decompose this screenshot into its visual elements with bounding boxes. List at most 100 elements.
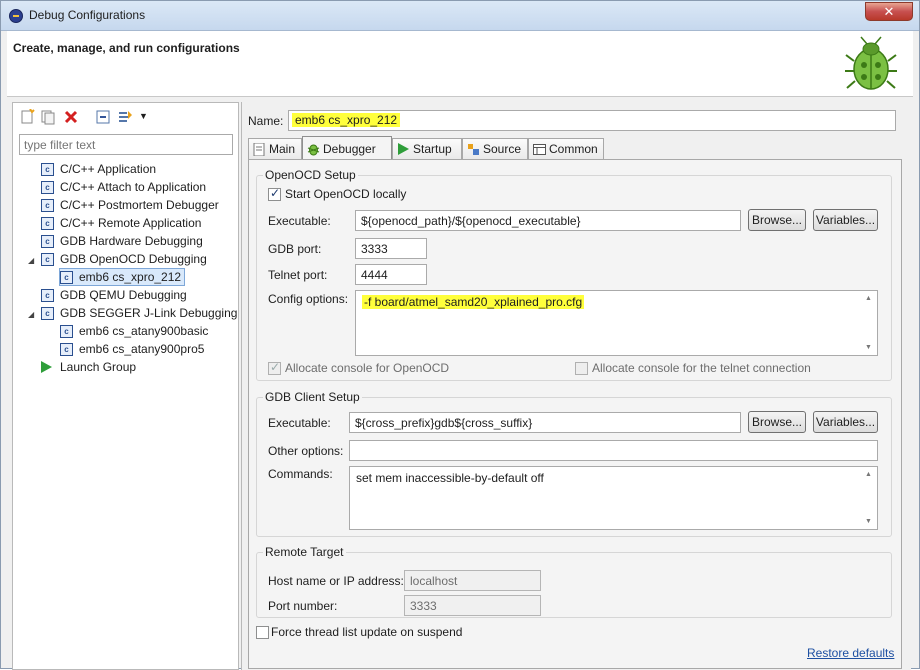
client-executable-input[interactable]: ${cross_prefix}gdb${cross_suffix} xyxy=(349,412,741,433)
tree-item-emb6-cs-atany900basic[interactable]: c emb6 cs_atany900basic xyxy=(60,322,208,340)
group-title: OpenOCD Setup xyxy=(263,168,358,182)
restore-defaults-link[interactable]: Restore defaults xyxy=(807,646,894,660)
title-bar: Debug Configurations ✕ xyxy=(1,1,919,31)
dropdown-chevron-icon[interactable]: ▼ xyxy=(139,111,155,127)
telnet-port-input[interactable]: 4444 xyxy=(355,264,427,285)
browse-button[interactable]: Browse... xyxy=(748,209,806,231)
scroll-down-icon[interactable]: ▼ xyxy=(865,344,872,351)
client-executable-label: Executable: xyxy=(268,416,331,430)
dialog-header: Create, manage, and run configurations xyxy=(7,31,913,97)
tree-item-label: GDB SEGGER J-Link Debugging xyxy=(60,306,238,320)
scroll-up-icon[interactable]: ▲ xyxy=(865,295,872,302)
executable-label: Executable: xyxy=(268,214,331,228)
tree-item-launch-group[interactable]: Launch Group xyxy=(41,358,136,376)
browse-button[interactable]: Browse... xyxy=(748,411,806,433)
tree-item-label: Launch Group xyxy=(60,360,137,374)
tree-item-label: emb6 cs_atany900basic xyxy=(79,324,209,338)
filter-icon[interactable] xyxy=(117,109,133,125)
openocd-executable-input[interactable]: ${openocd_path}/${openocd_executable} xyxy=(355,210,741,231)
common-icon xyxy=(533,144,546,155)
tree-item-label: GDB QEMU Debugging xyxy=(60,288,187,302)
c-config-icon: c xyxy=(41,288,54,302)
tab-source[interactable]: Source xyxy=(462,138,528,160)
startup-play-icon xyxy=(398,143,409,155)
tree-item-cpp-remote[interactable]: c C/C++ Remote Application xyxy=(41,214,201,232)
tree-item-gdb-openocd[interactable]: c GDB OpenOCD Debugging xyxy=(41,250,207,268)
bug-icon xyxy=(845,36,897,90)
name-input[interactable]: emb6 cs_xpro_212 xyxy=(288,110,896,131)
tab-label: Debugger xyxy=(323,142,376,156)
config-scrollbar[interactable]: ▲ ▼ xyxy=(861,291,877,355)
tree-item-gdb-segger[interactable]: c GDB SEGGER J-Link Debugging xyxy=(41,304,237,322)
delete-icon[interactable] xyxy=(63,109,79,125)
c-config-icon: c xyxy=(41,306,54,320)
c-config-icon: c xyxy=(60,270,73,284)
commands-scrollbar[interactable]: ▲ ▼ xyxy=(861,467,877,529)
tab-debugger[interactable]: Debugger xyxy=(302,136,392,161)
duplicate-icon[interactable] xyxy=(40,109,56,125)
other-options-label: Other options: xyxy=(268,444,344,458)
tab-label: Startup xyxy=(413,142,452,156)
c-config-icon: c xyxy=(41,234,54,248)
variables-button[interactable]: Variables... xyxy=(813,411,878,433)
gdb-port-label: GDB port: xyxy=(268,242,322,256)
configuration-tree-pane: ▼ c C/C++ Application c C/C++ Attach to Ap… xyxy=(12,102,239,670)
tree-item-cpp-postmortem[interactable]: c C/C++ Postmortem Debugger xyxy=(41,196,219,214)
scroll-down-icon[interactable]: ▼ xyxy=(865,518,872,525)
commands-label: Commands: xyxy=(268,467,333,481)
commands-value: set mem inaccessible-by-default off xyxy=(356,471,544,485)
allocate-console-label: Allocate console for OpenOCD xyxy=(285,361,450,375)
port-number-input[interactable]: 3333 xyxy=(404,595,541,616)
tab-common[interactable]: Common xyxy=(528,138,604,160)
c-config-icon: c xyxy=(41,252,54,266)
collapse-arrow-icon[interactable]: ◢ xyxy=(28,256,34,265)
group-title: GDB Client Setup xyxy=(263,390,362,404)
debugger-bug-icon xyxy=(307,144,320,156)
collapse-arrow-icon[interactable]: ◢ xyxy=(28,310,34,319)
name-label: Name: xyxy=(248,114,284,128)
host-input[interactable]: localhost xyxy=(404,570,541,591)
scroll-up-icon[interactable]: ▲ xyxy=(865,471,872,478)
tree-item-emb6-cs-atany900pro5[interactable]: c emb6 cs_atany900pro5 xyxy=(60,340,204,358)
tab-main[interactable]: Main xyxy=(248,138,302,160)
tree-item-gdb-qemu[interactable]: c GDB QEMU Debugging xyxy=(41,286,187,304)
header-title: Create, manage, and run configurations xyxy=(13,41,240,55)
main-tab-icon xyxy=(253,143,265,156)
filter-input[interactable] xyxy=(19,134,233,155)
other-options-input[interactable] xyxy=(349,440,878,461)
tree-item-label: emb6 cs_atany900pro5 xyxy=(79,342,205,356)
new-config-icon[interactable] xyxy=(19,109,35,125)
c-config-icon: c xyxy=(60,324,73,338)
force-thread-checkbox[interactable] xyxy=(256,626,269,639)
telnet-port-label: Telnet port: xyxy=(268,268,328,282)
allocate-telnet-checkbox[interactable] xyxy=(575,362,588,375)
start-openocd-label: Start OpenOCD locally xyxy=(285,187,407,201)
variables-button[interactable]: Variables... xyxy=(813,209,878,231)
tree-item-label: GDB Hardware Debugging xyxy=(60,234,203,248)
collapse-all-icon[interactable] xyxy=(95,109,111,125)
window-title: Debug Configurations xyxy=(29,8,146,22)
gdb-port-input[interactable]: 3333 xyxy=(355,238,427,259)
tab-label: Source xyxy=(483,142,522,156)
allocate-telnet-label: Allocate console for the telnet connecti… xyxy=(592,361,811,375)
commands-textarea[interactable]: set mem inaccessible-by-default off ▲ ▼ xyxy=(349,466,878,530)
start-openocd-checkbox[interactable] xyxy=(268,186,281,201)
tree-item-cpp-attach[interactable]: c C/C++ Attach to Application xyxy=(41,178,206,196)
host-label: Host name or IP address: xyxy=(268,574,404,588)
name-value: emb6 cs_xpro_212 xyxy=(292,113,401,127)
tree-item-emb6-cs-xpro-212[interactable]: c emb6 cs_xpro_212 xyxy=(59,268,186,286)
tree-item-label: emb6 cs_xpro_212 xyxy=(79,270,182,284)
config-options-textarea[interactable]: -f board/atmel_samd20_xplained_pro.cfg ▲… xyxy=(355,290,878,356)
tree-item-cpp-application[interactable]: c C/C++ Application xyxy=(41,160,156,178)
port-number-label: Port number: xyxy=(268,599,338,613)
tree-item-gdb-hardware[interactable]: c GDB Hardware Debugging xyxy=(41,232,203,250)
close-button[interactable]: ✕ xyxy=(865,2,913,21)
tree-item-label: C/C++ Remote Application xyxy=(60,216,202,230)
c-config-icon: c xyxy=(41,180,54,194)
c-config-icon: c xyxy=(60,342,73,356)
c-config-icon: c xyxy=(41,198,54,212)
allocate-console-checkbox[interactable] xyxy=(268,360,281,375)
tab-startup[interactable]: Startup xyxy=(392,138,462,160)
tab-label: Main xyxy=(269,142,296,156)
openocd-setup-group: OpenOCD Setup Start OpenOCD locally Exec… xyxy=(256,168,892,381)
